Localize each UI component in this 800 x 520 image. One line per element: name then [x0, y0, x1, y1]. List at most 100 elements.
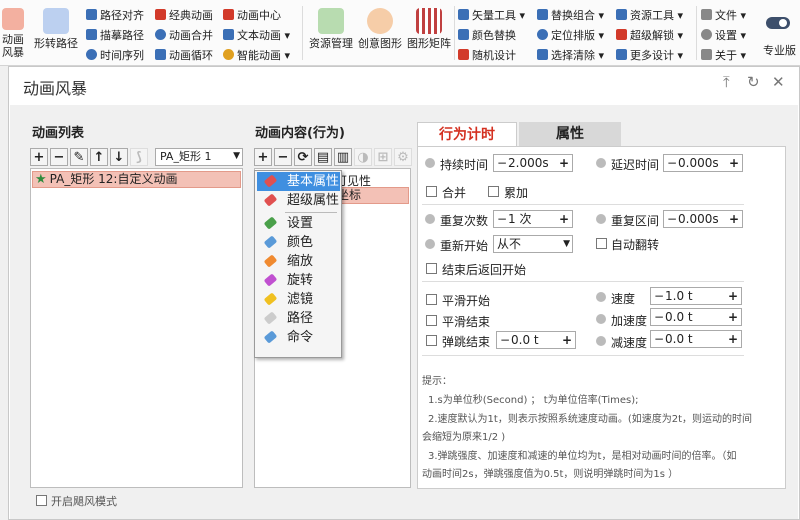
restart-select[interactable]: 从不 ▼ — [493, 235, 573, 253]
minus-icon[interactable]: − — [500, 332, 510, 348]
pro-version-label: 专业版 — [763, 44, 796, 57]
time-sequence-button[interactable]: 时间序列 — [86, 49, 144, 63]
return-start-checkbox[interactable] — [426, 263, 437, 274]
refresh-icon[interactable]: ↻ — [747, 73, 760, 91]
replace-group-button[interactable]: 替换组合 ▾ — [537, 9, 604, 23]
menu-item-settings[interactable]: 设置 — [257, 214, 340, 233]
tab-behavior-timing[interactable]: 行为计时 — [417, 122, 517, 146]
settings-menu-button[interactable]: 设置 ▾ — [701, 29, 746, 43]
merge-checkbox[interactable] — [426, 186, 437, 197]
delay-stepper[interactable]: −0.000s + — [663, 154, 743, 172]
super-unlock-button[interactable]: 超级解锁 ▾ — [616, 29, 683, 43]
remove-icon[interactable]: − — [274, 148, 292, 166]
remove-icon[interactable]: − — [50, 148, 68, 166]
chevron-down-icon: ▼ — [233, 151, 240, 161]
color-replace-button[interactable]: 颜色替换 — [458, 29, 516, 43]
animation-merge-button[interactable]: 动画合并 — [155, 29, 213, 43]
about-menu-button[interactable]: 关于 ▾ — [701, 49, 746, 63]
plus-icon[interactable]: + — [729, 155, 739, 171]
plus-icon[interactable]: + — [728, 309, 738, 325]
animation-center-button[interactable]: 动画中心 — [223, 9, 281, 23]
behavior-context-menu: 基本属性 超级属性 设置 颜色 缩放 旋转 滤镜 路径 命令 — [254, 170, 342, 358]
bounce-stepper[interactable]: −0.0 t + — [496, 331, 576, 349]
duration-stepper[interactable]: −2.000s + — [493, 154, 573, 172]
animation-storm-button[interactable]: 动画 风暴 — [0, 8, 26, 59]
bounce-end-checkbox[interactable] — [426, 335, 437, 346]
bounce-end-label: 弹跳结束 — [442, 335, 491, 349]
stack-checkbox[interactable] — [488, 186, 499, 197]
menu-item-color[interactable]: 颜色 — [257, 233, 340, 252]
hint-title: 提示： — [422, 376, 452, 387]
add-icon[interactable]: + — [254, 148, 272, 166]
shape-to-path-button[interactable]: 形转路径 — [30, 8, 82, 50]
tag-icon — [263, 174, 278, 188]
vector-tools-button[interactable]: 矢量工具 ▾ — [458, 9, 525, 23]
document-icon[interactable]: ▤ — [314, 148, 332, 166]
minus-icon[interactable]: − — [667, 211, 677, 227]
plus-icon[interactable]: + — [559, 155, 569, 171]
resource-manager-button[interactable]: 资源管理 — [308, 8, 354, 50]
classic-animation-button[interactable]: 经典动画 — [155, 9, 213, 23]
hurricane-mode-checkbox[interactable] — [36, 495, 47, 506]
move-up-icon[interactable]: ↑ — [90, 148, 108, 166]
auto-reverse-checkbox[interactable] — [596, 238, 607, 249]
menu-item-command[interactable]: 命令 — [257, 328, 340, 347]
refresh-icon[interactable]: ⟳ — [294, 148, 312, 166]
pro-toggle-icon[interactable] — [766, 17, 790, 29]
plus-icon[interactable]: + — [728, 331, 738, 347]
repeat-interval-stepper[interactable]: −0.000s + — [663, 210, 743, 228]
minus-icon[interactable]: − — [497, 211, 507, 227]
position-layout-button[interactable]: 定位排版 ▾ — [537, 29, 604, 43]
more-design-button[interactable]: 更多设计 ▾ — [616, 49, 683, 63]
smooth-start-checkbox[interactable] — [426, 294, 437, 305]
random-design-button[interactable]: 随机设计 — [458, 49, 516, 63]
tag-icon — [263, 292, 278, 306]
minus-icon[interactable]: − — [654, 331, 664, 347]
smooth-end-label: 平滑结束 — [442, 315, 491, 329]
file-menu-button[interactable]: 文件 ▾ — [701, 9, 746, 23]
deceleration-stepper[interactable]: −0.0 t + — [650, 330, 742, 348]
speed-stepper[interactable]: −1.0 t + — [650, 287, 742, 305]
path-align-button[interactable]: 路径对齐 — [86, 9, 144, 23]
plus-icon[interactable]: + — [729, 211, 739, 227]
resource-tools-button[interactable]: 资源工具 ▾ — [616, 9, 683, 23]
menu-item-path[interactable]: 路径 — [257, 309, 340, 328]
menu-item-filter[interactable]: 滤镜 — [257, 290, 340, 309]
add-icon[interactable]: + — [30, 148, 48, 166]
plus-icon[interactable]: + — [562, 332, 572, 348]
list-item[interactable]: ★ PA_矩形 12:自定义动画 — [32, 171, 241, 188]
creative-shape-button[interactable]: 创意图形 — [357, 8, 403, 50]
shape-select[interactable]: PA_矩形 1 ▼ — [155, 148, 243, 166]
plus-icon[interactable]: + — [728, 288, 738, 304]
trace-path-button[interactable]: 描摹路径 — [86, 29, 144, 43]
shape-matrix-button[interactable]: 图形矩阵 — [406, 8, 452, 50]
vector-icon — [458, 9, 469, 20]
menu-item-rotate[interactable]: 旋转 — [257, 271, 340, 290]
menu-item-super-properties[interactable]: 超级属性 — [257, 191, 340, 210]
minus-icon[interactable]: − — [497, 155, 507, 171]
smart-animation-button[interactable]: 智能动画 ▾ — [223, 49, 290, 63]
select-clear-button[interactable]: 选择清除 ▾ — [537, 49, 604, 63]
plus-icon[interactable]: + — [559, 211, 569, 227]
minus-icon[interactable]: − — [667, 155, 677, 171]
contrast-icon: ◑ — [354, 148, 372, 166]
repeat-count-stepper[interactable]: −1 次 + — [493, 210, 573, 228]
hint-line: 会缩短为原来1/2 ) — [422, 432, 506, 443]
target-icon — [537, 29, 548, 40]
pin-icon[interactable]: ⤒ — [723, 73, 730, 91]
minus-icon[interactable]: − — [654, 288, 664, 304]
minus-icon[interactable]: − — [654, 309, 664, 325]
smooth-end-checkbox[interactable] — [426, 315, 437, 326]
hurricane-mode-option[interactable]: 开启飓风模式 — [36, 493, 117, 509]
star-icon — [155, 9, 166, 20]
page-icon[interactable]: ▥ — [334, 148, 352, 166]
menu-item-basic-properties[interactable]: 基本属性 — [257, 172, 340, 191]
menu-item-scale[interactable]: 缩放 — [257, 252, 340, 271]
tab-properties[interactable]: 属性 — [519, 122, 621, 146]
animation-loop-button[interactable]: 动画循环 — [155, 49, 213, 63]
brush-icon[interactable]: ✎ — [70, 148, 88, 166]
acceleration-stepper[interactable]: −0.0 t + — [650, 308, 742, 326]
text-animation-button[interactable]: 文本动画 ▾ — [223, 29, 290, 43]
move-down-icon[interactable]: ↓ — [110, 148, 128, 166]
close-icon[interactable]: ✕ — [772, 73, 785, 91]
